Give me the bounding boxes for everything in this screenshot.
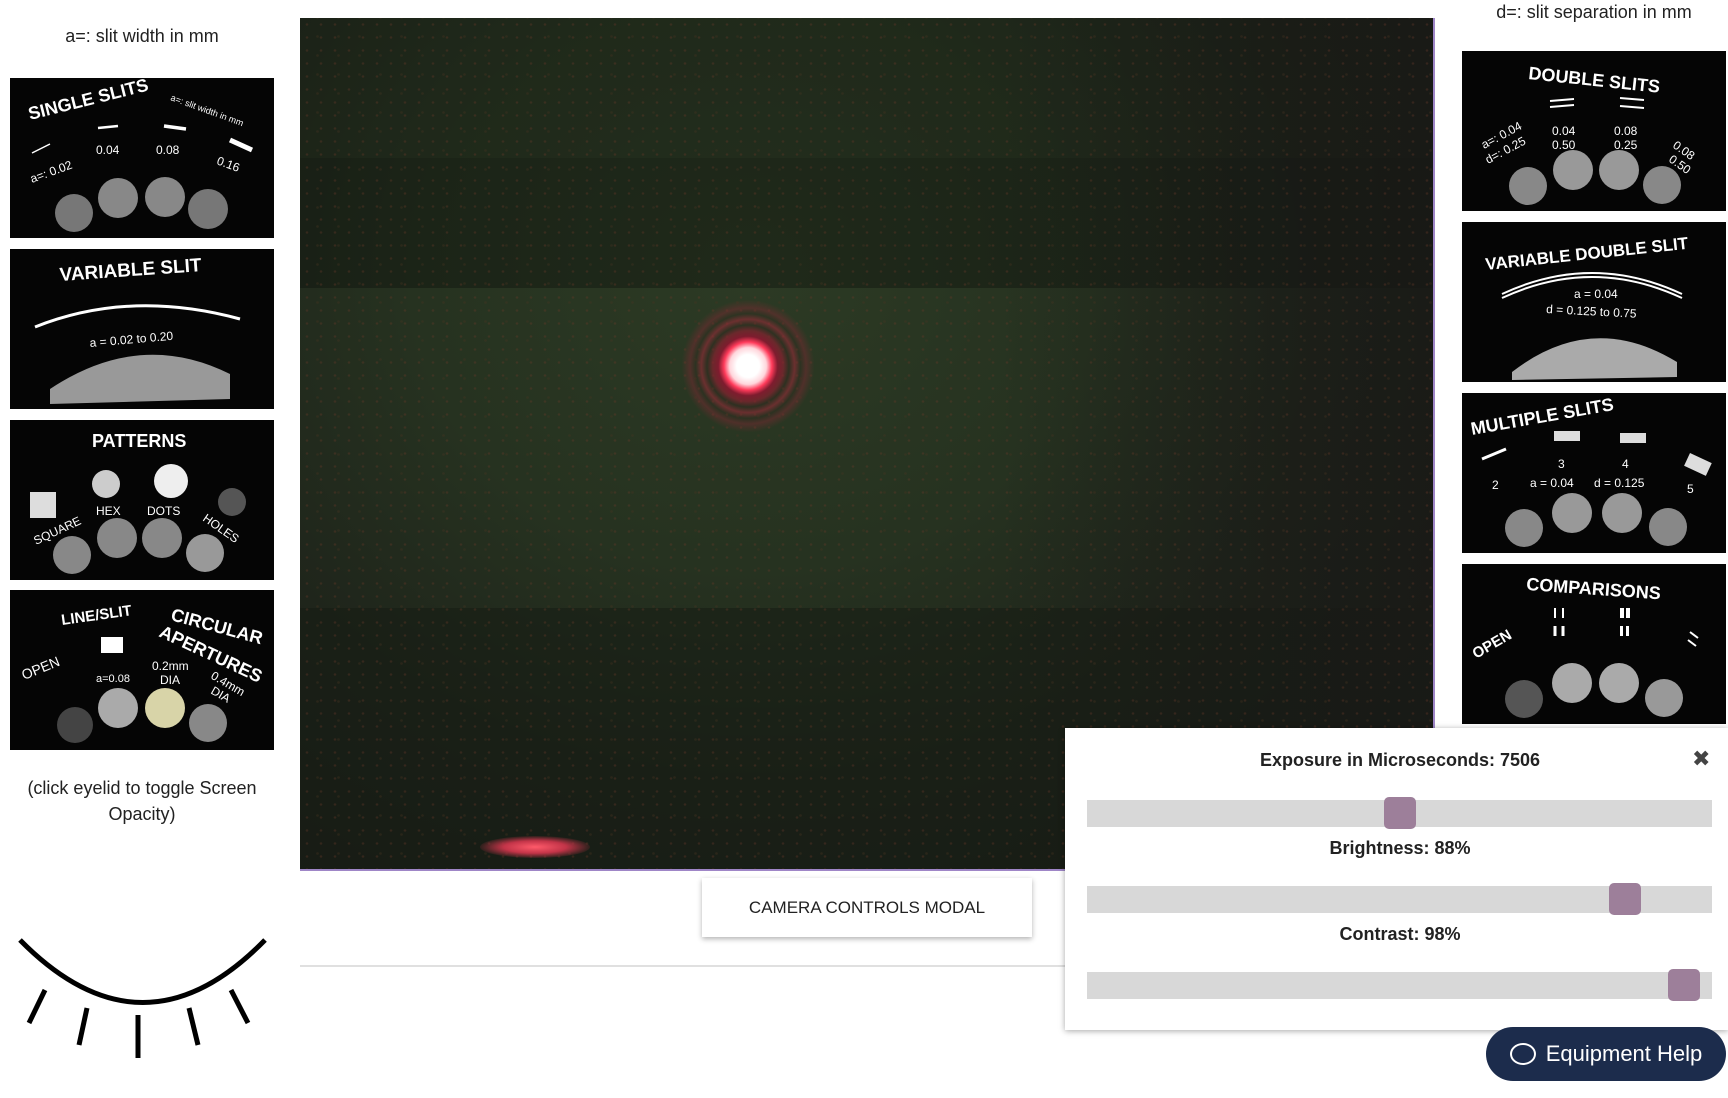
eyelid-icon[interactable] bbox=[15, 935, 270, 1065]
exposure-label: Exposure in Microseconds: 7506 bbox=[1259, 750, 1541, 770]
exposure-slider-thumb[interactable] bbox=[1384, 797, 1416, 829]
svg-text:0.16: 0.16 bbox=[215, 154, 242, 175]
svg-text:a = 0.02 to 0.20: a = 0.02 to 0.20 bbox=[89, 329, 174, 350]
svg-text:5: 5 bbox=[1687, 482, 1694, 496]
svg-text:0.04: 0.04 bbox=[1552, 124, 1576, 138]
svg-text:0.50: 0.50 bbox=[1552, 138, 1576, 152]
patterns-title: PATTERNS bbox=[92, 431, 186, 451]
svg-text:0.04: 0.04 bbox=[96, 143, 120, 157]
svg-text:HEX: HEX bbox=[96, 504, 121, 518]
svg-text:a = 0.04: a = 0.04 bbox=[1574, 287, 1618, 301]
contrast-label: Contrast: 98% bbox=[1339, 924, 1461, 944]
camera-controls-panel: Exposure in Microseconds: 7506 ✖ Brightn… bbox=[1065, 728, 1728, 1030]
brightness-slider[interactable] bbox=[1087, 883, 1712, 915]
eyelid-hint: (click eyelid to toggle Screen Opacity) bbox=[27, 778, 257, 824]
svg-text:DOTS: DOTS bbox=[147, 504, 180, 518]
svg-text:3: 3 bbox=[1558, 457, 1565, 471]
double-slits-slide[interactable]: DOUBLE SLITS a=: 0.04 d=: 0.25 0.04 0.50… bbox=[1462, 51, 1726, 211]
laser-reflection bbox=[480, 836, 590, 858]
svg-text:a=: 0.02: a=: 0.02 bbox=[28, 158, 74, 186]
svg-text:DIA: DIA bbox=[160, 673, 180, 687]
svg-text:4: 4 bbox=[1622, 457, 1629, 471]
multiple-slits-title: MULTIPLE SLITS bbox=[1469, 394, 1615, 439]
variable-double-slit-title: VARIABLE DOUBLE SLIT bbox=[1484, 234, 1689, 274]
exposure-slider[interactable] bbox=[1087, 797, 1712, 829]
double-slits-title: DOUBLE SLITS bbox=[1528, 63, 1661, 97]
patterns-slide[interactable]: PATTERNS SQUARE HEX DOTS HOLES bbox=[10, 420, 274, 580]
single-slits-slide[interactable]: SINGLE SLITS a=: slit width in mm a=: 0.… bbox=[10, 78, 274, 238]
variable-slit-title: VARIABLE SLIT bbox=[59, 255, 203, 286]
comparisons-title: COMPARISONS bbox=[1526, 574, 1662, 603]
svg-text:2: 2 bbox=[1492, 478, 1499, 492]
svg-text:OPEN: OPEN bbox=[1470, 626, 1515, 662]
svg-text:OPEN: OPEN bbox=[19, 653, 62, 683]
slit-width-caption: a=: slit width in mm bbox=[65, 26, 219, 46]
variable-double-slit-slide[interactable]: VARIABLE DOUBLE SLIT a = 0.04 d = 0.125 … bbox=[1462, 222, 1726, 382]
svg-text:0.08: 0.08 bbox=[156, 143, 180, 157]
variable-slit-slide[interactable]: VARIABLE SLIT a = 0.02 to 0.20 bbox=[10, 249, 274, 409]
slit-separation-caption: d=: slit separation in mm bbox=[1496, 2, 1692, 22]
svg-text:a=0.08: a=0.08 bbox=[96, 673, 130, 685]
chat-bubble-icon bbox=[1509, 1043, 1536, 1065]
svg-text:d = 0.125 to 0.75: d = 0.125 to 0.75 bbox=[1546, 302, 1637, 321]
camera-controls-modal-button[interactable]: CAMERA CONTROLS MODAL bbox=[702, 878, 1032, 937]
svg-text:0.25: 0.25 bbox=[1614, 138, 1638, 152]
svg-text:d = 0.125: d = 0.125 bbox=[1594, 476, 1645, 490]
equipment-help-label: Equipment Help bbox=[1545, 1041, 1703, 1066]
svg-text:a=: slit width in mm: a=: slit width in mm bbox=[169, 92, 245, 128]
equipment-help-button[interactable]: Equipment Help bbox=[1486, 1027, 1726, 1081]
svg-text:0.2mm: 0.2mm bbox=[152, 659, 189, 673]
svg-text:0.08: 0.08 bbox=[1614, 124, 1638, 138]
brightness-slider-thumb[interactable] bbox=[1609, 883, 1641, 915]
diffraction-pattern bbox=[648, 266, 848, 466]
multiple-slits-slide[interactable]: MULTIPLE SLITS 2 3 4 5 a = 0.04 d = 0.12… bbox=[1462, 393, 1726, 553]
line-circular-slide[interactable]: LINE/SLIT CIRCULAR APERTURES OPEN a=0.08… bbox=[10, 590, 274, 750]
brightness-label: Brightness: 88% bbox=[1329, 838, 1471, 858]
svg-text:a = 0.04: a = 0.04 bbox=[1530, 476, 1574, 490]
contrast-slider[interactable] bbox=[1087, 969, 1712, 1001]
single-slits-title: SINGLE SLITS bbox=[26, 78, 150, 124]
svg-text:LINE/SLIT: LINE/SLIT bbox=[60, 602, 133, 629]
contrast-slider-thumb[interactable] bbox=[1668, 969, 1700, 1001]
comparisons-slide[interactable]: COMPARISONS OPEN bbox=[1462, 564, 1726, 724]
close-icon[interactable]: ✖ bbox=[1692, 746, 1710, 772]
